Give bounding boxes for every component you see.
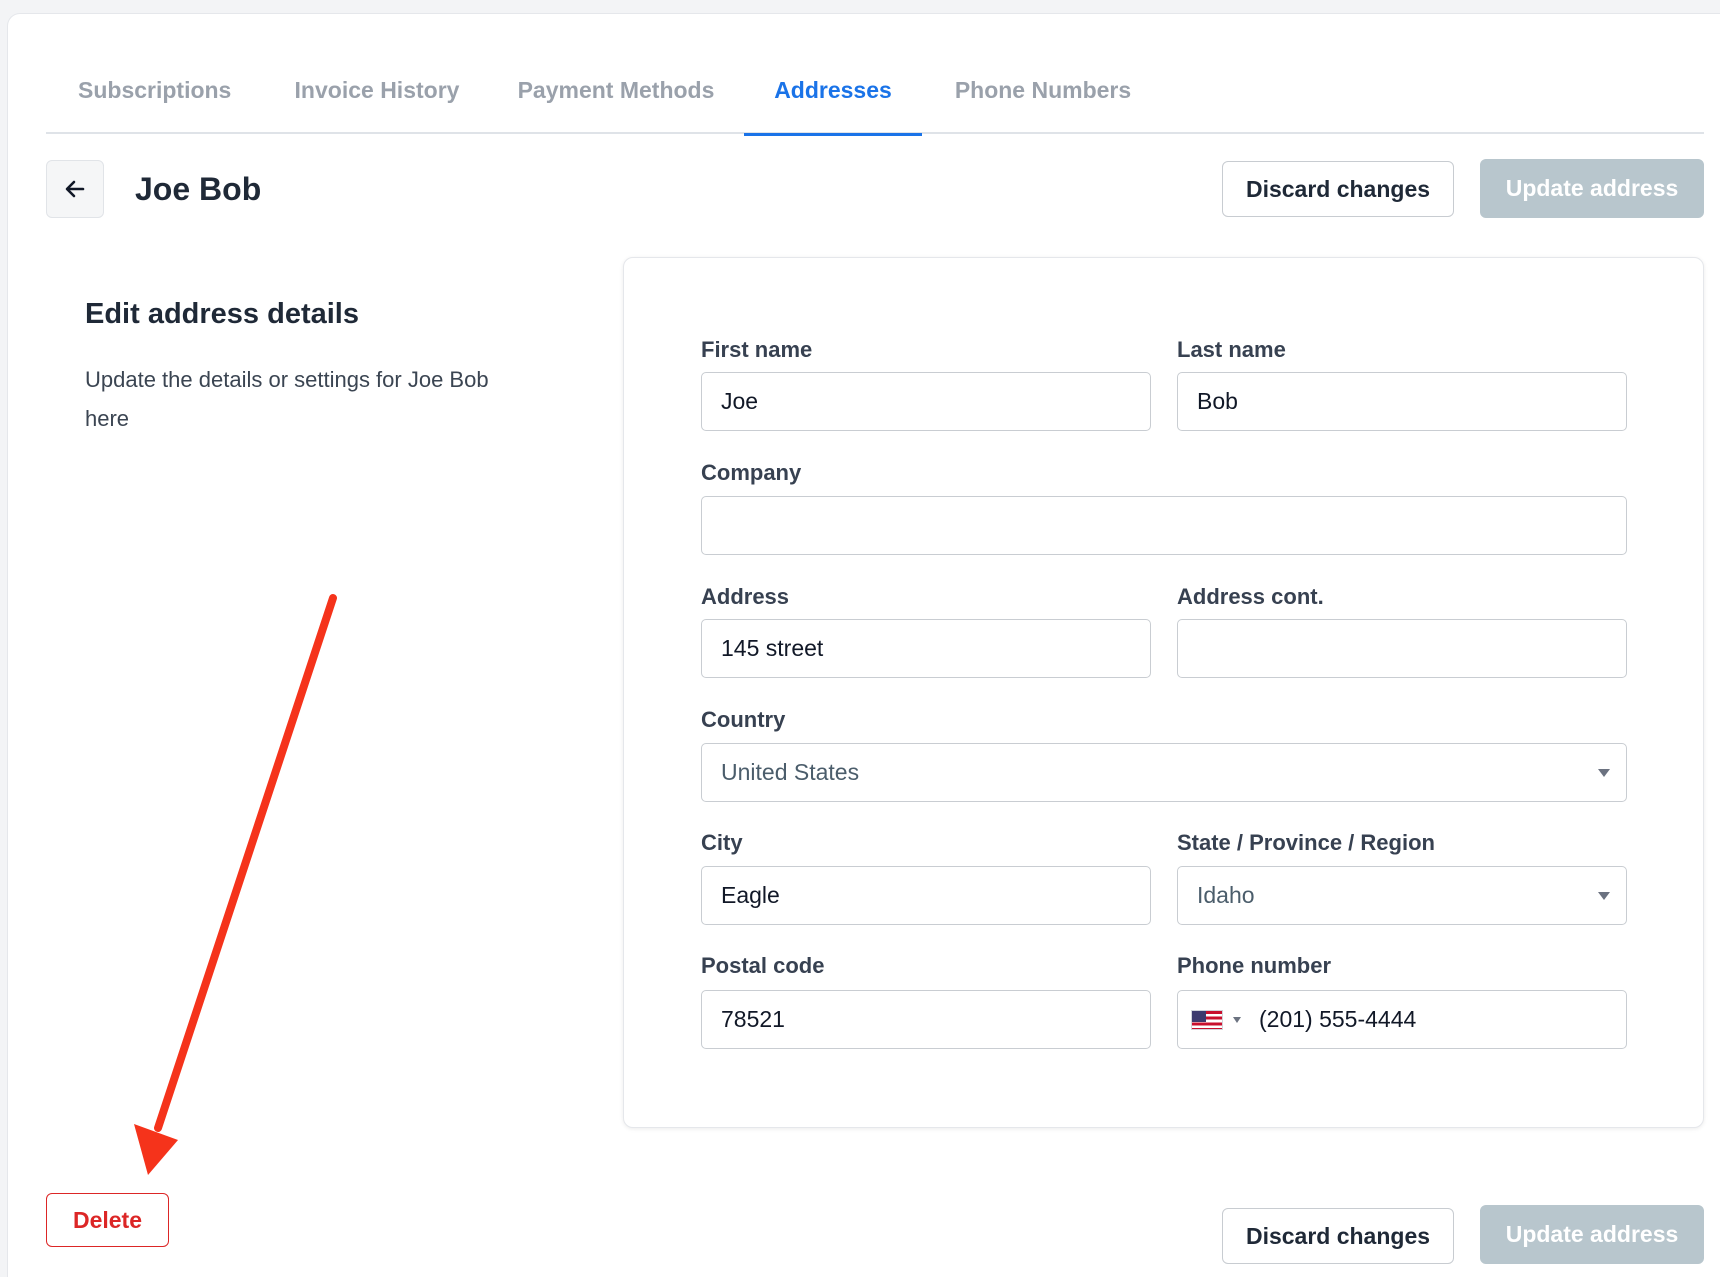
last-name-label: Last name (1177, 337, 1286, 362)
page-title: Joe Bob (135, 171, 262, 207)
tab-invoice-history[interactable]: Invoice History (292, 58, 462, 134)
chevron-down-icon[interactable] (1233, 1016, 1241, 1023)
address-value: 145 street (721, 635, 824, 661)
company-label: Company (701, 460, 802, 485)
postal-code-label: Postal code (701, 953, 825, 978)
state-select[interactable]: Idaho (1177, 866, 1627, 925)
phone-number-value: (201) 555-4444 (1259, 1006, 1417, 1032)
company-input[interactable] (701, 496, 1627, 555)
city-input[interactable]: Eagle (701, 866, 1151, 925)
section-title: Edit address details (85, 298, 359, 330)
tab-bar: Subscriptions Invoice History Payment Me… (46, 58, 1704, 136)
phone-number-label: Phone number (1177, 953, 1332, 978)
us-flag-icon[interactable] (1191, 1009, 1223, 1030)
state-value: Idaho (1197, 882, 1255, 908)
city-label: City (701, 830, 743, 855)
address-cont-input[interactable] (1177, 619, 1627, 678)
tab-subscriptions[interactable]: Subscriptions (78, 58, 231, 134)
country-select[interactable]: United States (701, 743, 1627, 802)
delete-button[interactable]: Delete (46, 1193, 169, 1247)
state-label: State / Province / Region (1177, 830, 1435, 855)
postal-code-input[interactable]: 78521 (701, 990, 1151, 1049)
first-name-label: First name (701, 337, 813, 362)
tab-addresses[interactable]: Addresses (744, 58, 922, 136)
section-description: Update the details or settings for Joe B… (85, 367, 489, 431)
address-input[interactable]: 145 street (701, 619, 1151, 678)
country-label: Country (701, 707, 786, 732)
first-name-input[interactable]: Joe (701, 372, 1151, 431)
last-name-value: Bob (1197, 388, 1238, 414)
first-name-value: Joe (721, 388, 759, 414)
phone-number-input[interactable]: (201) 555-4444 (1177, 990, 1627, 1049)
address-label: Address (701, 584, 790, 609)
last-name-input[interactable]: Bob (1177, 372, 1627, 431)
footer-discard-changes-button[interactable]: Discard changes (1222, 1208, 1454, 1264)
update-address-button[interactable]: Update address (1480, 159, 1704, 218)
tab-payment-methods[interactable]: Payment Methods (516, 58, 716, 134)
back-button[interactable] (46, 160, 104, 218)
tab-phone-numbers[interactable]: Phone Numbers (952, 58, 1134, 134)
country-value: United States (721, 759, 860, 785)
address-cont-label: Address cont. (1177, 584, 1324, 609)
footer-update-address-button[interactable]: Update address (1480, 1205, 1704, 1264)
chevron-down-icon (1598, 892, 1610, 900)
chevron-down-icon (1598, 769, 1610, 777)
postal-code-value: 78521 (721, 1006, 785, 1032)
discard-changes-button[interactable]: Discard changes (1222, 161, 1454, 217)
city-value: Eagle (721, 882, 780, 908)
arrow-left-icon (65, 180, 85, 198)
